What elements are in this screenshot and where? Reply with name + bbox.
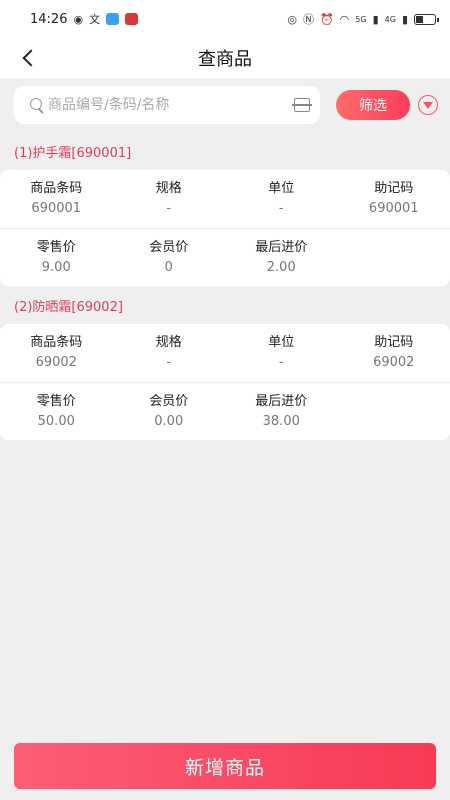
signal-5g-icon: 5G [355,14,367,24]
wifi-icon: ◠ [339,12,350,26]
back-button[interactable] [16,46,40,70]
app-icon [125,13,139,25]
product-field: 会员价 0 [113,239,226,277]
product-info-row: 零售价 9.00 会员价 0 最后进价 2.00 [0,228,450,286]
battery-icon [414,13,439,25]
product-field: 最后进价 38.00 [225,393,338,431]
product-header: (1)护手霜[690001] [14,145,132,161]
product-info-row: 零售价 50.00 会员价 0.00 最后进价 38.00 [0,382,450,440]
filter-button[interactable]: 筛选 [336,90,410,120]
product-item[interactable]: (2)防晒霜[69002] 商品条码 69002 规格 - 单位 - 助记码 69002 零售价 5… [0,286,450,440]
search-input[interactable] [48,97,294,113]
field-value: 690001 [368,201,419,216]
field-label: 单位 [268,335,295,350]
field-value: - [278,201,284,216]
product-field: 商品条码 69002 [0,334,113,372]
field-label: 商品条码 [30,181,83,196]
field-label: 最后进价 [255,239,308,255]
field-value: 38.00 [262,413,300,429]
filter-funnel-icon[interactable] [418,95,438,115]
field-label: 零售价 [36,393,76,409]
field-label: 助记码 [374,335,414,350]
product-field: 规格 - [113,180,226,218]
product-field: 零售价 50.00 [0,393,113,431]
product-card[interactable]: 商品条码 690001 规格 - 单位 - 助记码 690001 零售价 9.00 会员价 0 最后进价… [0,170,450,286]
field-value: 50.00 [37,413,75,429]
product-header: (2)防晒霜[69002] [14,299,123,315]
search-box[interactable] [14,86,320,124]
field-label: 会员价 [149,393,189,409]
field-value: 690001 [31,201,82,216]
product-info-row: 商品条码 69002 规格 - 单位 - 助记码 69002 [0,324,450,382]
product-card[interactable]: 商品条码 69002 规格 - 单位 - 助记码 69002 零售价 50.00 会员价 0.00 最后… [0,324,450,440]
field-label: 助记码 [374,181,414,196]
search-row: 筛选 [0,78,450,132]
page-title: 查商品 [198,49,252,70]
alarm-icon: ⏰ [319,12,334,26]
product-field: 会员价 0.00 [113,393,226,431]
cloud-icon [106,13,120,25]
product-field: 商品条码 690001 [0,180,113,218]
signal-bars-2-icon: ▮ [401,12,408,26]
status-bar: 14:26 ◉ 文 ◎ Ⓝ ⏰ ◠ 5G ▮ 4G ▮ [0,0,450,38]
product-field: 单位 - [225,334,338,372]
product-item[interactable]: (1)护手霜[690001] 商品条码 690001 规格 - 单位 - 助记码 690001 零… [0,132,450,286]
field-label: 规格 [155,335,182,350]
field-value: - [166,201,172,216]
status-bar-right: ◎ Ⓝ ⏰ ◠ 5G ▮ 4G ▮ [287,11,439,27]
search-icon [30,98,44,112]
product-field: 单位 - [225,180,338,218]
field-label: 单位 [268,181,295,196]
signal-4g-icon: 4G [384,14,396,24]
field-value: - [166,355,172,370]
product-field: 助记码 69002 [338,334,450,372]
status-time: 14:26 [30,11,68,27]
eye-icon: ◎ [287,12,297,26]
field-label: 会员价 [149,239,189,255]
field-label: 商品条码 [30,335,83,350]
field-value: 69002 [35,355,77,370]
product-field: 零售价 9.00 [0,239,113,277]
scan-icon[interactable] [292,98,312,112]
nfc-icon: Ⓝ [302,13,314,26]
product-field: 助记码 690001 [338,180,450,218]
field-value: 2.00 [266,259,296,275]
nav-bar: 查商品 [0,38,450,78]
field-label: 最后进价 [255,393,308,409]
field-value: 69002 [373,355,415,370]
status-bar-left: 14:26 ◉ 文 [30,11,139,27]
product-field: 规格 - [113,334,226,372]
signal-bars-icon: ▮ [372,12,379,26]
translate-icon: 文 [89,13,101,26]
product-info-row: 商品条码 690001 规格 - 单位 - 助记码 690001 [0,170,450,228]
field-label: 规格 [155,181,182,196]
field-value: 9.00 [41,259,71,275]
field-value: 0 [164,259,173,275]
field-value: 0.00 [154,413,184,429]
field-value: - [278,355,284,370]
chevron-left-icon [22,49,40,67]
add-product-button[interactable]: 新增商品 [14,743,436,789]
product-list: (1)护手霜[690001] 商品条码 690001 规格 - 单位 - 助记码 690001 零… [0,132,450,440]
wechat-icon: ◉ [73,12,84,26]
product-field: 最后进价 2.00 [225,239,338,277]
field-label: 零售价 [36,239,76,255]
